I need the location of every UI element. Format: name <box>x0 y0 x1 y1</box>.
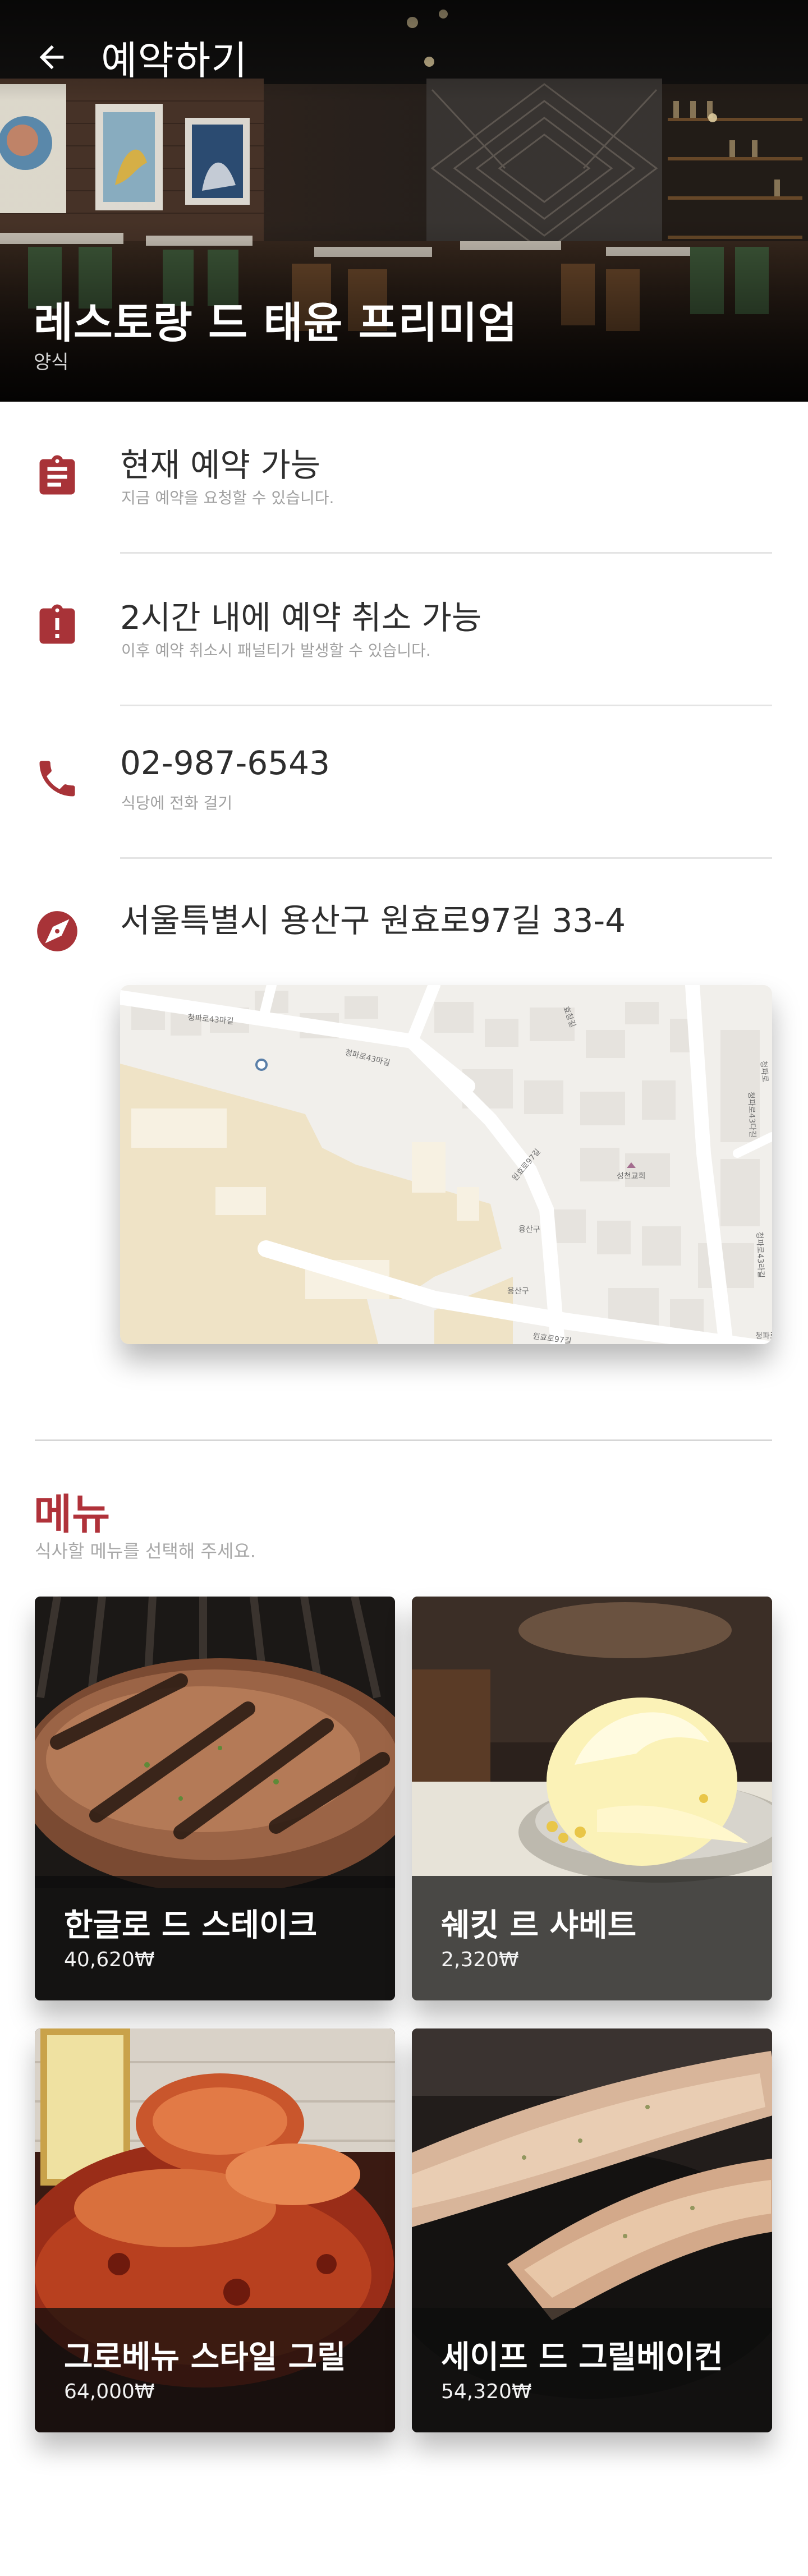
clipboard-alert-icon <box>33 601 82 651</box>
menu-item-price: 64,000₩ <box>64 2380 155 2403</box>
menu-item-price: 40,620₩ <box>64 1948 155 1971</box>
page-title: 예약하기 <box>101 38 248 84</box>
clipboard-list-icon <box>33 452 82 502</box>
menu-item-name: 세이프 드 그릴베이컨 <box>441 2339 723 2376</box>
address-row: 서울특별시 용산구 원효로97길 33-4 <box>0 859 808 951</box>
phone-number[interactable]: 02-987-6543 <box>120 744 330 782</box>
menu-section-title: 메뉴 <box>34 1491 111 1539</box>
divider <box>120 552 772 554</box>
availability-title: 현재 예약 가능 <box>120 446 321 484</box>
cancellation-row: 2시간 내에 예약 취소 가능 이후 예약 취소시 패널티가 발생할 수 있습니… <box>0 554 808 707</box>
back-button[interactable] <box>29 35 74 80</box>
menu-card-steak[interactable]: 한글로 드 스테이크 40,620₩ <box>35 1597 395 2000</box>
menu-item-price: 54,320₩ <box>441 2380 532 2403</box>
menu-item-name: 한글로 드 스테이크 <box>64 1907 318 1944</box>
phone-row[interactable]: 02-987-6543 식당에 전화 걸기 <box>0 707 808 859</box>
menu-card-grill-style[interactable]: 그로베뉴 스타일 그릴 64,000₩ <box>35 2028 395 2432</box>
menu-card-sherbet[interactable]: 쉐킷 르 샤베트 2,320₩ <box>412 1597 772 2000</box>
phone-icon <box>33 754 82 803</box>
address-title: 서울특별시 용산구 원효로97길 33-4 <box>120 901 626 940</box>
map-image: 청파로43마길 청파로43마길 원효로97길 용산구 청파로43다길 청파로43… <box>120 985 772 1344</box>
restaurant-category: 양식 <box>34 351 69 374</box>
map-label: 용산구 <box>518 1225 540 1234</box>
menu-card-grilled-bacon[interactable]: 세이프 드 그릴베이컨 54,320₩ <box>412 2028 772 2432</box>
location-map[interactable]: 청파로43마길 청파로43마길 원효로97길 용산구 청파로43다길 청파로43… <box>120 985 772 1344</box>
map-label: 청파로43라길 <box>755 1232 765 1278</box>
compass-icon <box>33 907 82 956</box>
map-label: 용산구 <box>507 1287 529 1296</box>
map-label: 성천교회 <box>617 1172 646 1181</box>
restaurant-name: 레스토랑 드 태윤 프리미엄 <box>34 298 518 348</box>
menu-section-subtitle: 식사할 메뉴를 선택해 주세요. <box>35 1540 256 1562</box>
map-label: 청파로 <box>755 1332 772 1341</box>
section-divider <box>35 1439 772 1441</box>
map-label: 청파로43다길 <box>746 1092 757 1138</box>
cancellation-title: 2시간 내에 예약 취소 가능 <box>120 599 482 637</box>
arrow-left-icon <box>39 45 64 70</box>
divider <box>120 857 772 859</box>
phone-subtitle: 식당에 전화 걸기 <box>121 794 233 812</box>
availability-subtitle: 지금 예약을 요청할 수 있습니다. <box>121 489 334 507</box>
availability-row: 현재 예약 가능 지금 예약을 요청할 수 있습니다. <box>0 402 808 554</box>
menu-item-name: 쉐킷 르 샤베트 <box>441 1907 637 1944</box>
cancellation-subtitle: 이후 예약 취소시 패널티가 발생할 수 있습니다. <box>121 641 431 660</box>
divider <box>120 705 772 706</box>
menu-item-price: 2,320₩ <box>441 1948 519 1971</box>
menu-item-name: 그로베뉴 스타일 그릴 <box>64 2339 346 2376</box>
map-label: 청파로 <box>759 1060 769 1083</box>
hero-banner: 예약하기 레스토랑 드 태윤 프리미엄 양식 <box>0 0 808 402</box>
